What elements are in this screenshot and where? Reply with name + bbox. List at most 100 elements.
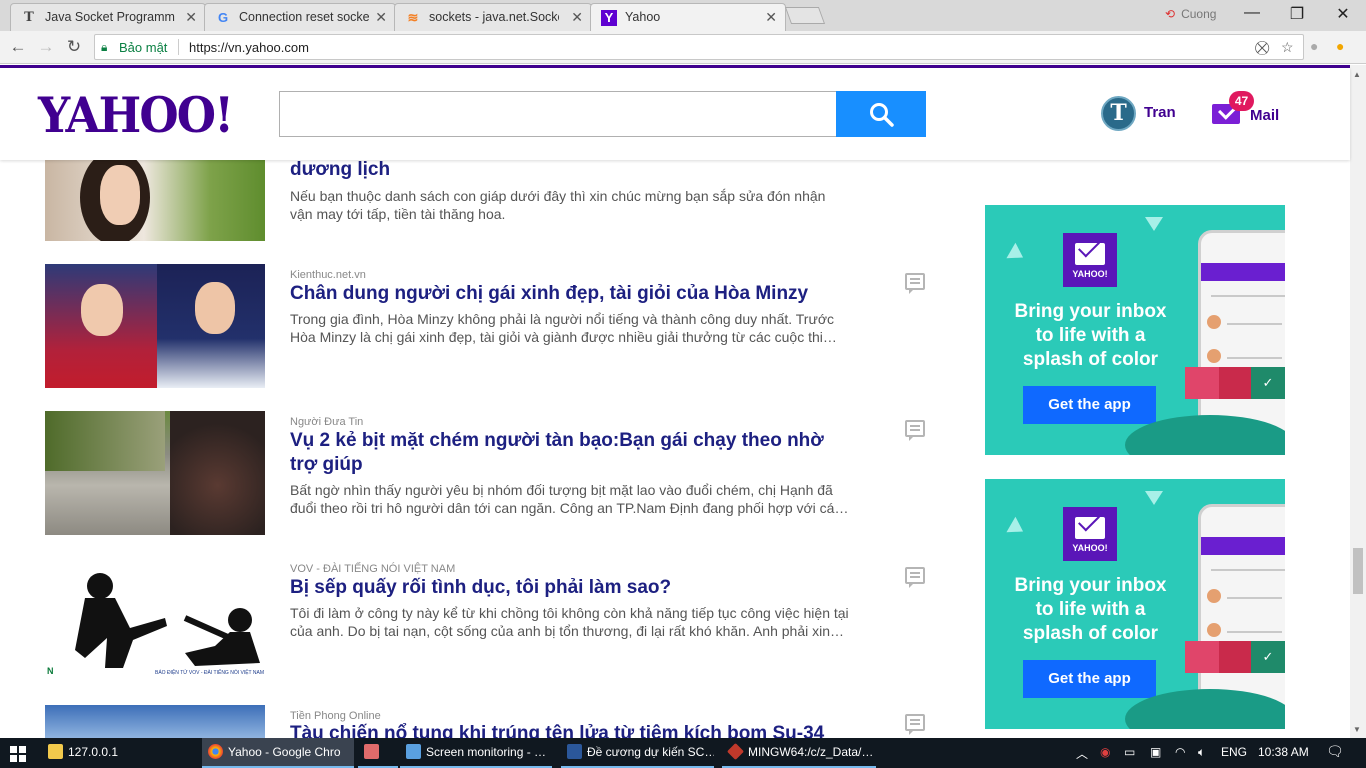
color-splash: ✓: [1185, 367, 1285, 402]
search-input[interactable]: [279, 91, 837, 137]
color-splash: ✓: [1185, 641, 1285, 676]
chevron-up-icon[interactable]: ︿: [1076, 745, 1088, 762]
search-button[interactable]: [836, 91, 926, 137]
forward-icon[interactable]: →: [36, 37, 56, 57]
article-source: Người Đưa Tin: [290, 416, 364, 428]
get-app-button[interactable]: Get the app: [1023, 386, 1156, 424]
taskbar-item[interactable]: [358, 738, 398, 768]
tray-app-icon[interactable]: ▣: [1150, 745, 1161, 759]
yahoo-favicon-icon: Y: [601, 10, 617, 26]
star-icon[interactable]: ☆: [1281, 39, 1294, 56]
article-headline[interactable]: dương lịch: [290, 158, 850, 182]
contact-avatar: [1207, 589, 1221, 603]
ad-brand: YAHOO!: [1072, 543, 1108, 553]
article-thumbnail[interactable]: [45, 705, 265, 738]
browser-tab-3[interactable]: ≋ sockets - java.net.SocketE ✕: [394, 3, 592, 31]
swatch: [1219, 641, 1251, 673]
restore-button[interactable]: ❐: [1282, 4, 1312, 24]
scroll-up-icon[interactable]: ▲: [1353, 70, 1361, 79]
window-close-button[interactable]: ✕: [1328, 4, 1358, 24]
alert-icon[interactable]: ●: [1336, 38, 1344, 54]
close-icon[interactable]: ✕: [375, 9, 387, 26]
tab-title: Connection reset socket j: [239, 10, 369, 24]
article-source: Kienthuc.net.vn: [290, 269, 366, 281]
battery-icon[interactable]: ▭: [1124, 745, 1135, 759]
article-headline[interactable]: Vụ 2 kẻ bịt mặt chém người tàn bạo:Bạn g…: [290, 429, 850, 477]
mail-count-badge: 47: [1229, 91, 1254, 111]
close-icon[interactable]: ✕: [765, 9, 777, 26]
browser-tab-2[interactable]: G Connection reset socket j ✕: [204, 3, 396, 31]
security-label: Bảo mật: [119, 40, 168, 55]
taskbar-item[interactable]: Đề cương dự kiến SC…: [561, 738, 714, 768]
browser-tab-4[interactable]: Y Yahoo ✕: [590, 3, 786, 31]
article-thumbnail[interactable]: N BÁO ĐIỆN TỬ VOV - ĐÀI TIẾNG NÓI VIỆT N…: [45, 558, 265, 682]
summary-line: Nếu bạn thuộc danh sách con giáp dưới đâ…: [290, 188, 826, 204]
article-thumbnail[interactable]: [45, 411, 265, 535]
photo-inset: [170, 411, 265, 535]
swatch: [1219, 367, 1251, 399]
scroll-down-icon[interactable]: ▼: [1353, 725, 1361, 734]
comment-icon[interactable]: [905, 714, 925, 735]
article-thumbnail[interactable]: [45, 160, 265, 241]
yahoo-mail-ad[interactable]: YAHOO! Bring your inbox to life with a s…: [985, 205, 1285, 455]
summary-line: của anh. Do bị tai nạn, cột sống của anh…: [290, 623, 845, 639]
taskbar-item[interactable]: Yahoo - Google Chro: [202, 738, 354, 768]
app-icon: [406, 744, 421, 759]
volume-icon[interactable]: 🔈︎: [1198, 745, 1205, 760]
back-icon[interactable]: ←: [8, 37, 28, 57]
comment-icon[interactable]: [905, 273, 925, 294]
article-headline[interactable]: Tàu chiến nổ tung khi trúng tên lửa từ t…: [290, 722, 850, 738]
lock-icon: 🔒︎: [101, 40, 108, 54]
summary-line: Tôi đi làm ở công ty này kể từ khi chồng…: [290, 605, 849, 621]
summary-line: vận may tới tấp, tiền tài thăng hoa.: [290, 206, 506, 222]
profile-button[interactable]: ⟲ Cuong: [1165, 7, 1216, 21]
article-summary: Tôi đi làm ở công ty này kể từ khi chồng…: [290, 604, 850, 640]
contact-avatar: [1207, 349, 1221, 363]
extension-icon[interactable]: ●: [1310, 38, 1318, 54]
browser-tab-1[interactable]: T Java Socket Programming ✕: [10, 3, 206, 31]
minimize-button[interactable]: —: [1237, 4, 1267, 22]
clock[interactable]: 10:38 AM: [1258, 745, 1309, 759]
windows-start-icon[interactable]: [10, 746, 26, 762]
browser-toolbar: ← → ↻ 🔒︎ Bảo mật https://vn.yahoo.com ⛒ …: [0, 31, 1366, 64]
envelope-icon: [1075, 517, 1105, 539]
tab-strip: T Java Socket Programming ✕ G Connection…: [0, 0, 1366, 31]
search-icon: [870, 103, 894, 127]
page-scrollbar[interactable]: ▲ ▼: [1350, 65, 1366, 738]
yahoo-logo[interactable]: YAHOO!: [38, 86, 234, 144]
address-bar[interactable]: 🔒︎ Bảo mật https://vn.yahoo.com ⛒ ☆: [94, 34, 1304, 60]
phone-row: [1211, 569, 1285, 571]
mail-link[interactable]: Mail: [1250, 107, 1279, 124]
notifications-icon[interactable]: 🗨︎: [1326, 743, 1344, 760]
scrollbar-thumb[interactable]: [1353, 548, 1363, 594]
language-indicator[interactable]: ENG: [1221, 745, 1247, 759]
git-icon: [727, 743, 744, 760]
summary-line: Trong gia đình, Hòa Minzy không phải là …: [290, 311, 835, 327]
taskbar-item[interactable]: MINGW64:/c/z_Data/…: [722, 738, 876, 768]
user-name[interactable]: Tran: [1144, 104, 1176, 121]
tab-favicon-icon: T: [24, 10, 34, 25]
yahoo-mail-ad[interactable]: YAHOO! Bring your inbox to life with a s…: [985, 479, 1285, 729]
get-app-button[interactable]: Get the app: [1023, 660, 1156, 698]
antivirus-icon[interactable]: ◉: [1100, 745, 1110, 759]
close-icon[interactable]: ✕: [185, 9, 197, 26]
new-tab-button[interactable]: [784, 7, 826, 24]
taskbar-item[interactable]: 127.0.0.1: [42, 738, 200, 768]
article-summary: Nếu bạn thuộc danh sách con giáp dưới đâ…: [290, 187, 850, 223]
wifi-icon[interactable]: ◠: [1175, 745, 1185, 759]
taskbar-item[interactable]: Screen monitoring - …: [400, 738, 552, 768]
comment-icon[interactable]: [905, 420, 925, 441]
profile-icon: ⟲: [1165, 7, 1176, 21]
article-headline[interactable]: Bị sếp quấy rối tình dục, tôi phải làm s…: [290, 576, 850, 600]
phone-app-bar: [1201, 537, 1285, 555]
summary-line: Hòa Minzy là chị gái xinh đẹp, tài giỏi …: [290, 329, 837, 345]
article-thumbnail[interactable]: [45, 264, 265, 388]
avatar[interactable]: T: [1101, 96, 1136, 131]
comment-icon[interactable]: [905, 567, 925, 588]
cookie-blocked-icon[interactable]: ⛒: [1255, 39, 1269, 56]
close-icon[interactable]: ✕: [571, 9, 583, 26]
article-headline[interactable]: Chân dung người chị gái xinh đẹp, tài gi…: [290, 282, 850, 306]
article-source: VOV - ĐÀI TIẾNG NÓI VIỆT NAM: [290, 563, 456, 575]
reload-icon[interactable]: ↻: [64, 37, 84, 57]
decor-triangle: [1145, 217, 1163, 231]
